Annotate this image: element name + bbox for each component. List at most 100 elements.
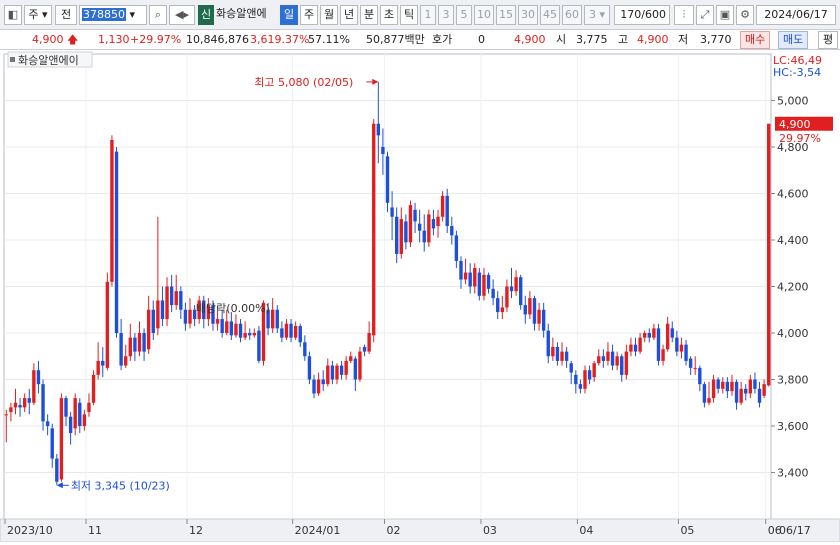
period-year-button[interactable]: 년 [340,5,358,25]
candle-body [59,398,64,480]
candle-body [321,379,325,385]
candle-body [372,123,376,336]
search-icon[interactable]: ⌕ [149,5,167,25]
candle-body [394,216,399,254]
count-value: 170 [620,8,642,21]
x-tick-label: 03 [483,524,497,537]
candle-body [275,309,279,329]
candle-body [78,402,82,426]
low-price: 3,770 [700,33,732,46]
more-button[interactable]: 평 [818,31,839,49]
low-label: 저 [678,33,689,46]
volume-percent: 3,619.37% [250,33,310,46]
date-axis [0,518,840,543]
candle-body [528,298,532,315]
minute-option-3[interactable]: 3 [438,5,454,25]
candle-body [270,309,275,329]
candle-body [647,333,651,338]
minute-option-30[interactable]: 30 [518,5,538,25]
candle-body [638,337,642,352]
candle-body [440,195,445,217]
minute-option-45[interactable]: 45 [540,5,560,25]
candle-body [537,309,541,324]
minute-custom-select[interactable]: 3 ▾ [584,5,610,25]
change-amount: 1,130 [98,33,130,46]
candle-body [156,300,160,329]
candlestick-chart[interactable]: 3,4003,6003,8004,0004,2004,4004,6004,800… [0,50,840,543]
candle-body [551,346,555,357]
period-month-button[interactable]: 월 [320,5,338,25]
save-icon[interactable]: ▣ [716,5,734,25]
candle-body [280,328,284,338]
candle-body [505,286,509,308]
candle-type-icon[interactable]: ⫶ [674,5,694,25]
y-tick-label: 3,600 [777,420,809,433]
candle-body [248,333,252,336]
hc-label: HC:-3,54 [773,66,821,79]
candle-body [399,219,403,254]
low-annotation: 최저 3,345 (10/23) [71,479,170,492]
candle-body [569,363,573,373]
minute-option-1[interactable]: 1 [420,5,436,25]
candle-body [316,379,321,394]
window-menu-icon[interactable]: ◧ [4,5,22,25]
candle-body [555,346,560,361]
candle-body [629,344,633,352]
minute-option-60[interactable]: 60 [562,5,582,25]
minute-custom-value: 3 [588,8,596,21]
date-input[interactable]: 2024/06/17 [756,5,836,25]
chart-area[interactable]: 3,400 3,600 3,800 4,000 4,200 4,400 4,600 4,800… [0,50,840,543]
period-second-button[interactable]: 초 [380,5,398,25]
chart-title: 화승알앤에이 [18,53,79,67]
period-minute-button[interactable]: 분 [360,5,378,25]
candle-body [427,214,431,243]
period-tick-button[interactable]: 틱 [400,5,418,25]
candle-body [307,356,312,380]
candle-body [289,323,293,338]
candle-body [91,374,96,403]
last-price-label: 4,900 [779,118,811,131]
candle-body [376,123,381,136]
speaker-icon[interactable]: ◀▸ [169,5,195,25]
high-label: 고 [618,33,629,46]
candle-body [174,291,178,306]
ask-price: 4,900 [514,33,546,46]
candle-body [41,384,45,422]
market-select[interactable]: 주 ▾ [24,5,52,25]
minute-option-15[interactable]: 15 [496,5,516,25]
sell-button[interactable]: 매도 [778,31,809,49]
candle-body [652,328,656,338]
candle-body [624,351,629,375]
count-input[interactable]: 170/600 [614,5,670,25]
candle-body [64,398,68,417]
candle-body [514,277,518,292]
candle-body [436,216,440,227]
candle-body [142,333,146,352]
candle-body [459,260,463,280]
y-tick-label: 4,400 [777,234,809,247]
candle-body [215,319,220,324]
indicator-icon[interactable]: ⤢ [696,5,714,25]
minute-option-5[interactable]: 5 [456,5,472,25]
candle-body [353,358,358,380]
candle-body [661,349,665,361]
buy-button[interactable]: 매수 [740,31,771,49]
candle-body [13,402,18,408]
minute-option-10[interactable]: 10 [474,5,494,25]
candle-body [344,360,348,375]
candle-body [225,321,229,333]
candle-body [298,326,302,343]
all-button[interactable]: 전 [55,5,77,25]
candle-body [463,272,468,280]
candle-body [656,328,661,361]
candle-body [496,298,500,313]
period-week-button[interactable]: 주 [300,5,318,25]
candle-body [417,223,422,231]
candle-body [27,398,31,403]
gear-icon[interactable]: ⚙ [736,5,754,25]
period-day-button[interactable]: 일 [280,5,298,25]
candle-body [243,333,247,338]
y-tick-label: 3,800 [777,374,809,387]
candle-body [55,458,59,482]
stock-code-input[interactable]: 378850 ▾ [79,5,147,25]
